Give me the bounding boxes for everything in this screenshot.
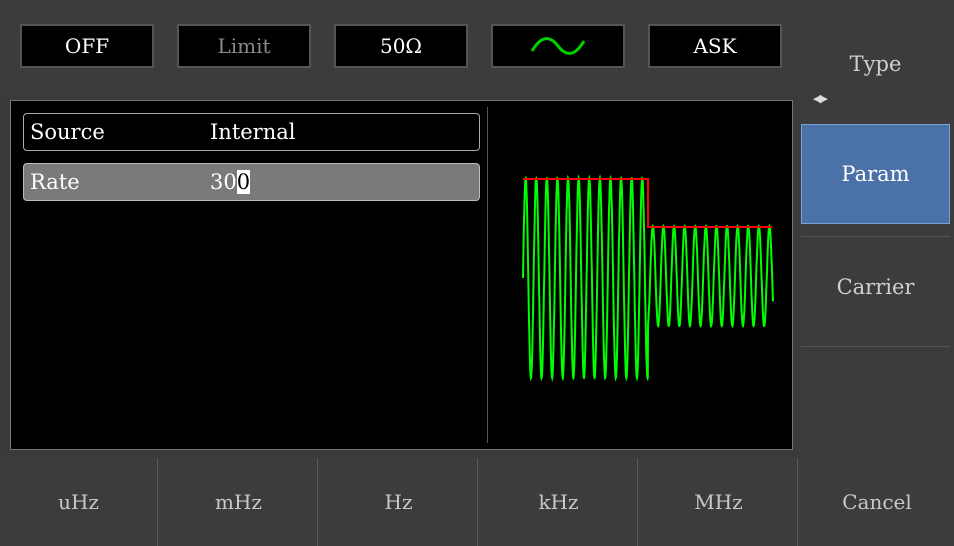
source-value: Internal	[210, 120, 296, 144]
panel-divider	[487, 107, 488, 443]
source-row[interactable]: Source Internal	[23, 113, 480, 151]
rate-value[interactable]: 300	[210, 170, 251, 194]
unit-bar: uHz mHz Hz kHz MHz Cancel	[0, 458, 954, 546]
limit-status[interactable]: Limit	[177, 24, 311, 68]
empty-softkey[interactable]	[801, 346, 950, 446]
carrier-softkey[interactable]: Carrier	[801, 236, 950, 336]
rate-label: Rate	[30, 170, 80, 194]
main-display: Source Internal Rate 300	[10, 100, 793, 450]
edit-cursor: 0	[236, 170, 251, 194]
unit-hz-button[interactable]: Hz	[320, 458, 478, 546]
param-softkey[interactable]: Param	[801, 124, 950, 224]
mode-status[interactable]: ASK	[648, 24, 782, 68]
waveform-status[interactable]	[491, 24, 625, 68]
source-label: Source	[30, 120, 105, 144]
unit-uhz-button[interactable]: uHz	[0, 458, 158, 546]
left-right-arrow-icon: ◀▶	[813, 92, 828, 105]
unit-mhz-button[interactable]: MHz	[640, 458, 798, 546]
generator-screen: OFF Limit 50Ω ASK Source Internal Rate 3…	[0, 0, 954, 546]
unit-khz-button[interactable]: kHz	[480, 458, 638, 546]
cancel-button[interactable]: Cancel	[800, 458, 954, 546]
ask-waveform-preview	[522, 174, 774, 382]
status-bar: OFF Limit 50Ω ASK	[0, 0, 797, 95]
impedance-status[interactable]: 50Ω	[334, 24, 468, 68]
unit-mhz-lower-button[interactable]: mHz	[160, 458, 318, 546]
softkey-panel: Type ◀▶ Param Carrier	[797, 0, 954, 456]
output-status[interactable]: OFF	[20, 24, 154, 68]
rate-value-digits: 30	[210, 170, 237, 194]
rate-row[interactable]: Rate 300	[23, 163, 480, 201]
sine-wave-icon	[530, 37, 586, 55]
